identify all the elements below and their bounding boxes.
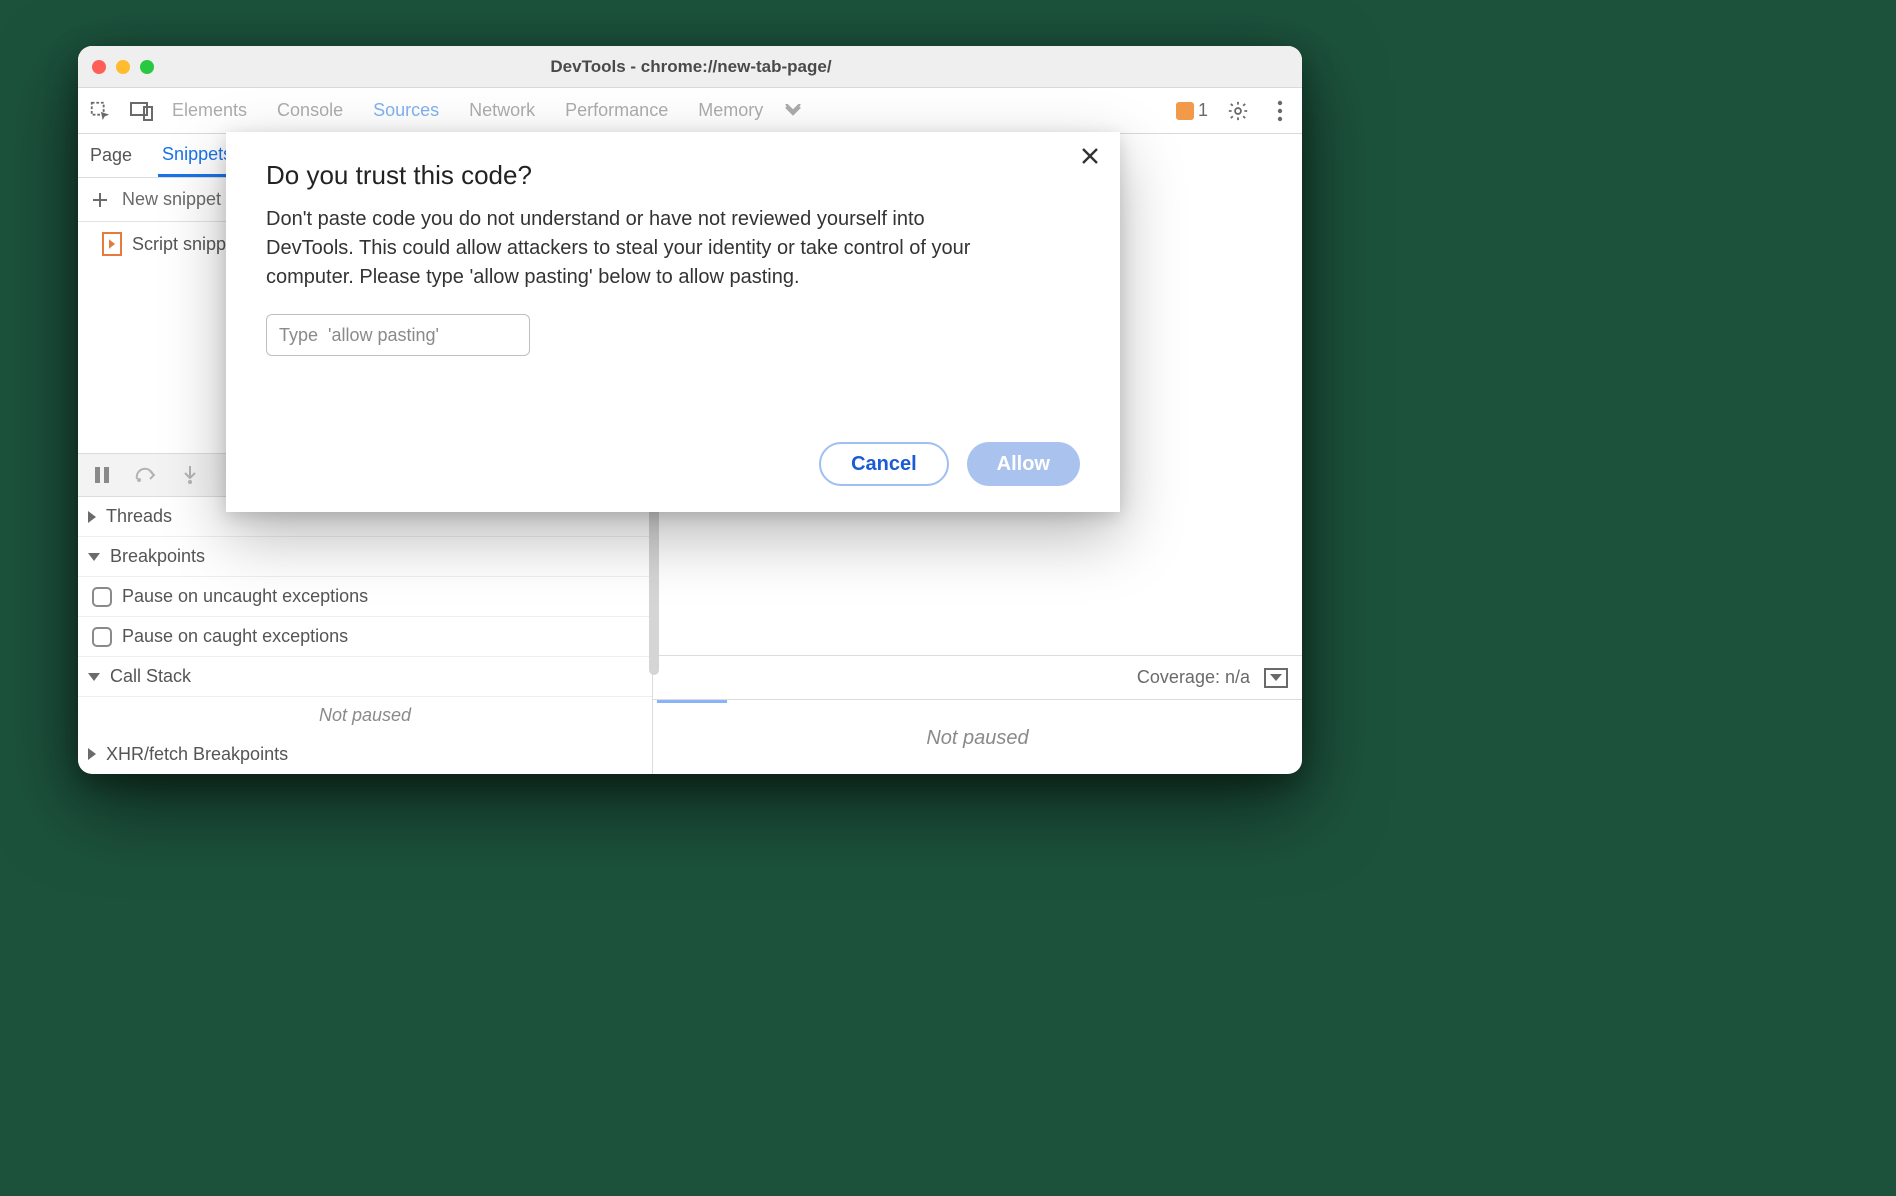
scrollbar-thumb[interactable] — [649, 491, 659, 675]
kebab-menu-icon[interactable] — [1268, 99, 1292, 123]
watch-not-paused: Not paused — [653, 703, 1302, 774]
checkbox-icon[interactable] — [92, 627, 112, 647]
debugger-sections: Threads Breakpoints Pause on uncaught ex… — [78, 497, 652, 774]
allow-pasting-input[interactable] — [266, 314, 530, 356]
more-tabs-icon[interactable] — [781, 99, 805, 123]
pause-caught-checkbox-row[interactable]: Pause on caught exceptions — [78, 617, 652, 657]
pause-uncaught-label: Pause on uncaught exceptions — [122, 586, 368, 607]
chevron-right-icon — [88, 511, 96, 523]
trust-code-dialog: Do you trust this code? Don't paste code… — [226, 132, 1120, 512]
tab-sources[interactable]: Sources — [373, 100, 439, 121]
section-threads-label: Threads — [106, 506, 172, 527]
chevron-right-icon — [88, 748, 96, 760]
settings-gear-icon[interactable] — [1226, 99, 1250, 123]
new-snippet-label: New snippet — [122, 189, 221, 210]
navigator-tab-snippets-label: Snippets — [162, 144, 232, 165]
pause-icon[interactable] — [90, 463, 114, 487]
call-stack-not-paused: Not paused — [78, 697, 652, 734]
dialog-body: Don't paste code you do not understand o… — [266, 205, 1006, 292]
snippet-file-label: Script snippet — [132, 234, 241, 255]
section-call-stack-label: Call Stack — [110, 666, 191, 687]
checkbox-icon[interactable] — [92, 587, 112, 607]
tab-performance[interactable]: Performance — [565, 100, 668, 121]
device-toolbar-icon[interactable] — [130, 99, 154, 123]
tab-elements[interactable]: Elements — [172, 100, 247, 121]
tab-memory[interactable]: Memory — [698, 100, 763, 121]
section-call-stack[interactable]: Call Stack — [78, 657, 652, 697]
plus-icon — [88, 188, 112, 212]
dialog-buttons: Cancel Allow — [819, 442, 1080, 486]
section-breakpoints-label: Breakpoints — [110, 546, 205, 567]
chevron-down-icon — [88, 553, 100, 561]
window-title: DevTools - chrome://new-tab-page/ — [94, 57, 1288, 77]
devtools-window: DevTools - chrome://new-tab-page/ Elemen… — [78, 46, 1302, 774]
issues-counter[interactable]: 1 — [1176, 100, 1208, 121]
inspect-element-icon[interactable] — [88, 99, 112, 123]
section-xhr-label: XHR/fetch Breakpoints — [106, 744, 288, 765]
step-over-icon[interactable] — [134, 463, 158, 487]
dialog-title: Do you trust this code? — [266, 160, 1080, 191]
coverage-label: Coverage: n/a — [1137, 667, 1250, 688]
pause-uncaught-checkbox-row[interactable]: Pause on uncaught exceptions — [78, 577, 652, 617]
navigator-tab-page-label: Page — [90, 145, 132, 166]
devtools-tabstrip: Elements Console Sources Network Perform… — [78, 88, 1302, 134]
tab-console[interactable]: Console — [277, 100, 343, 121]
tab-network[interactable]: Network — [469, 100, 535, 121]
chevron-down-icon — [88, 673, 100, 681]
snippet-file-icon — [102, 232, 122, 256]
panel-tabs: Elements Console Sources Network Perform… — [172, 100, 763, 121]
editor-statusbar: Coverage: n/a — [653, 655, 1302, 699]
cancel-button[interactable]: Cancel — [819, 442, 949, 486]
section-breakpoints[interactable]: Breakpoints — [78, 537, 652, 577]
navigator-tab-snippets[interactable]: Snippets — [158, 134, 236, 177]
issues-count: 1 — [1198, 100, 1208, 121]
coverage-toggle-icon[interactable] — [1264, 668, 1288, 688]
navigator-tab-page[interactable]: Page — [86, 134, 136, 177]
warning-badge-icon — [1176, 102, 1194, 120]
step-into-icon[interactable] — [178, 463, 202, 487]
pause-caught-label: Pause on caught exceptions — [122, 626, 348, 647]
titlebar: DevTools - chrome://new-tab-page/ — [78, 46, 1302, 88]
close-dialog-button[interactable] — [1080, 146, 1100, 166]
section-xhr-breakpoints[interactable]: XHR/fetch Breakpoints — [78, 734, 652, 774]
allow-button[interactable]: Allow — [967, 442, 1080, 486]
